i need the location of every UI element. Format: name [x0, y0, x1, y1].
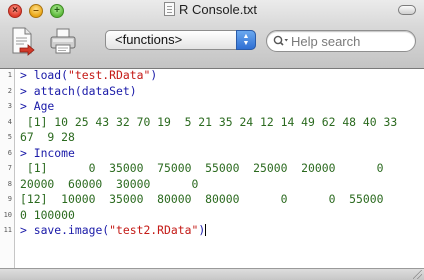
toolbar-toggle-button[interactable]	[398, 5, 416, 15]
output-text: 20000 60000 30000 0	[20, 176, 199, 191]
line-text: 0 100000	[20, 208, 75, 224]
output-text: [12] 10000 35000 80000 80000 0 0 55000	[20, 192, 384, 206]
line-number: 5	[7, 133, 12, 141]
line-number: 6	[7, 148, 12, 157]
line-number: 7	[7, 164, 12, 172]
line-text: 67 9 28	[20, 130, 75, 146]
line-text: [1] 0 35000 75000 55000 25000 20000 0	[20, 161, 384, 177]
minimize-button[interactable]: –	[29, 4, 43, 18]
prompt-symbol: >	[20, 68, 34, 82]
zoom-button[interactable]: +	[50, 4, 64, 18]
command-text: )	[198, 223, 206, 237]
line-number: 1	[7, 71, 12, 79]
help-search-input[interactable]	[291, 32, 409, 50]
line-text: [1] 10 25 43 32 70 19 5 21 35 24 12 14 4…	[20, 115, 397, 131]
line-text: > load("test.RData")	[20, 68, 157, 84]
close-icon: ×	[12, 5, 18, 16]
command-text: attach(dataSet)	[33, 83, 137, 98]
text-cursor	[205, 224, 207, 236]
line-text: > attach(dataSet)	[20, 84, 137, 100]
console-text-area[interactable]: 1 > load("test.RData") 2 > attach(dataSet) 3…	[0, 68, 424, 268]
line-number: 9	[7, 195, 12, 203]
command-text: Income	[33, 145, 75, 160]
line-text: > save.image("test2.RData")	[20, 223, 207, 239]
output-text: 67 9 28	[20, 130, 75, 144]
line-number: 10	[3, 210, 12, 219]
output-text: [1] 0 35000 75000 55000 25000 20000 0	[20, 161, 384, 175]
functions-dropdown[interactable]: <functions> ▲ ▼	[105, 30, 256, 50]
printer-icon	[50, 28, 76, 54]
line-number: 4	[7, 117, 12, 126]
output-text: 0 100000	[20, 207, 75, 222]
title-toolbar-area: × – + R Console.txt <functions> ▲ ▼ Help…	[0, 0, 424, 69]
command-text: save.image(	[33, 223, 110, 237]
line-number: 3	[7, 102, 12, 110]
command-text: )	[150, 68, 158, 82]
resize-grip-icon[interactable]	[413, 270, 422, 279]
magnifier-icon	[273, 35, 288, 46]
prompt-symbol: >	[20, 99, 34, 113]
source-script-icon	[12, 27, 35, 56]
help-search-field[interactable]	[266, 30, 416, 52]
functions-dropdown-value: <functions>	[115, 32, 183, 47]
output-text: [1] 10 25 43 32 70 19 5 21 35 24 12 14 4…	[20, 114, 398, 129]
line-text: 20000 60000 30000 0	[20, 177, 198, 193]
print-button[interactable]	[49, 27, 77, 55]
line-text: > Income	[20, 146, 75, 162]
prompt-symbol: >	[20, 223, 34, 237]
line-text: > Age	[20, 99, 54, 115]
prompt-symbol: >	[20, 83, 34, 98]
string-literal: "test2.RData"	[109, 223, 199, 237]
command-text: load(	[33, 68, 69, 82]
updown-arrows-icon: ▲ ▼	[236, 30, 256, 50]
window-title: R Console.txt	[179, 2, 258, 17]
status-bar	[0, 268, 424, 280]
line-number: 8	[7, 179, 12, 188]
line-text: [12] 10000 35000 80000 80000 0 0 55000	[20, 192, 383, 208]
zoom-icon: +	[54, 5, 60, 16]
string-literal: "test.RData"	[68, 68, 151, 82]
close-button[interactable]: ×	[8, 4, 22, 18]
r-console-window: × – + R Console.txt <functions> ▲ ▼ Help…	[0, 0, 424, 280]
command-text: Age	[33, 99, 55, 113]
source-script-button[interactable]	[10, 27, 36, 57]
line-number: 2	[7, 86, 12, 95]
document-icon	[164, 2, 175, 16]
line-number: 11	[3, 226, 12, 234]
prompt-symbol: >	[20, 145, 34, 160]
minimize-icon: –	[33, 5, 39, 16]
